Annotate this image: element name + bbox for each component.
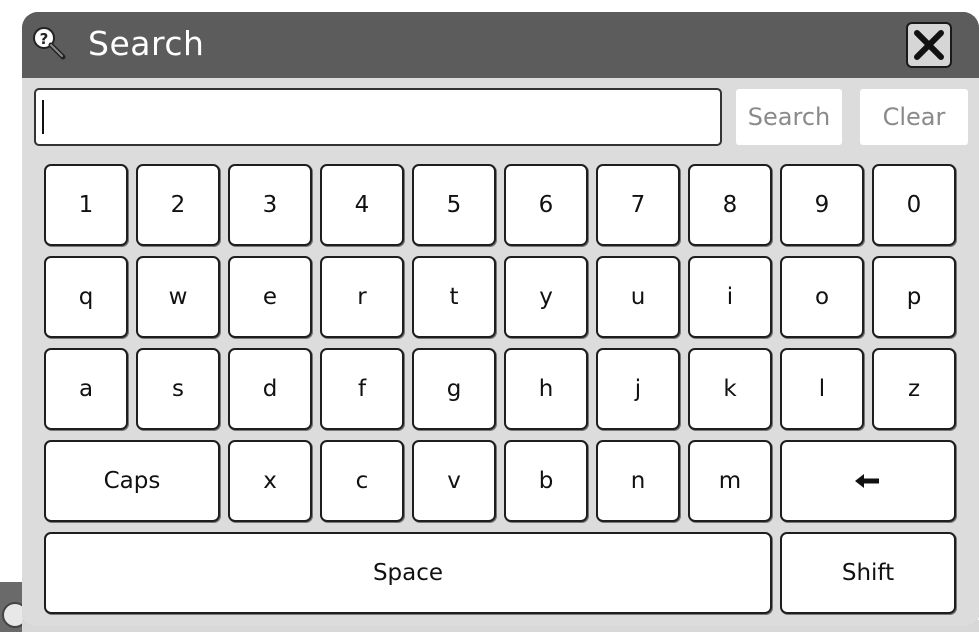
key-c[interactable]: c (320, 440, 404, 522)
key-5[interactable]: 5 (412, 164, 496, 246)
key-m[interactable]: m (688, 440, 772, 522)
key-2[interactable]: 2 (136, 164, 220, 246)
key-p[interactable]: p (872, 256, 956, 338)
key-a[interactable]: a (44, 348, 128, 430)
key-g[interactable]: g (412, 348, 496, 430)
caps-key[interactable]: Caps (44, 440, 220, 522)
search-button[interactable]: Search (736, 89, 842, 145)
key-0[interactable]: 0 (872, 164, 956, 246)
key-k[interactable]: k (688, 348, 772, 430)
close-icon (914, 30, 944, 60)
key-i[interactable]: i (688, 256, 772, 338)
backspace-key[interactable] (780, 440, 956, 522)
clear-button[interactable]: Clear (860, 89, 968, 145)
key-n[interactable]: n (596, 440, 680, 522)
title-bar: ? Search (22, 12, 979, 78)
dialog-title: Search (88, 24, 205, 63)
left-arrow-icon (855, 474, 881, 488)
key-o[interactable]: o (780, 256, 864, 338)
key-b[interactable]: b (504, 440, 588, 522)
key-q[interactable]: q (44, 256, 128, 338)
key-3[interactable]: 3 (228, 164, 312, 246)
shift-key[interactable]: Shift (780, 532, 956, 614)
space-key[interactable]: Space (44, 532, 772, 614)
key-r[interactable]: r (320, 256, 404, 338)
key-x[interactable]: x (228, 440, 312, 522)
key-l[interactable]: l (780, 348, 864, 430)
key-j[interactable]: j (596, 348, 680, 430)
key-f[interactable]: f (320, 348, 404, 430)
search-help-icon: ? (32, 26, 66, 60)
svg-text:?: ? (40, 30, 49, 48)
key-7[interactable]: 7 (596, 164, 680, 246)
key-h[interactable]: h (504, 348, 588, 430)
text-caret (42, 100, 44, 134)
search-dialog: ? Search Search Clear 1 2 3 4 5 6 7 8 9 … (22, 12, 979, 626)
key-u[interactable]: u (596, 256, 680, 338)
key-4[interactable]: 4 (320, 164, 404, 246)
key-d[interactable]: d (228, 348, 312, 430)
key-9[interactable]: 9 (780, 164, 864, 246)
key-v[interactable]: v (412, 440, 496, 522)
close-button[interactable] (906, 22, 952, 68)
key-6[interactable]: 6 (504, 164, 588, 246)
key-1[interactable]: 1 (44, 164, 128, 246)
key-e[interactable]: e (228, 256, 312, 338)
search-row: Search Clear (22, 78, 979, 152)
search-input[interactable] (34, 88, 722, 146)
key-t[interactable]: t (412, 256, 496, 338)
key-s[interactable]: s (136, 348, 220, 430)
key-y[interactable]: y (504, 256, 588, 338)
on-screen-keyboard: 1 2 3 4 5 6 7 8 9 0 q w e r t y u i o p … (22, 152, 979, 626)
key-8[interactable]: 8 (688, 164, 772, 246)
key-w[interactable]: w (136, 256, 220, 338)
key-z[interactable]: z (872, 348, 956, 430)
